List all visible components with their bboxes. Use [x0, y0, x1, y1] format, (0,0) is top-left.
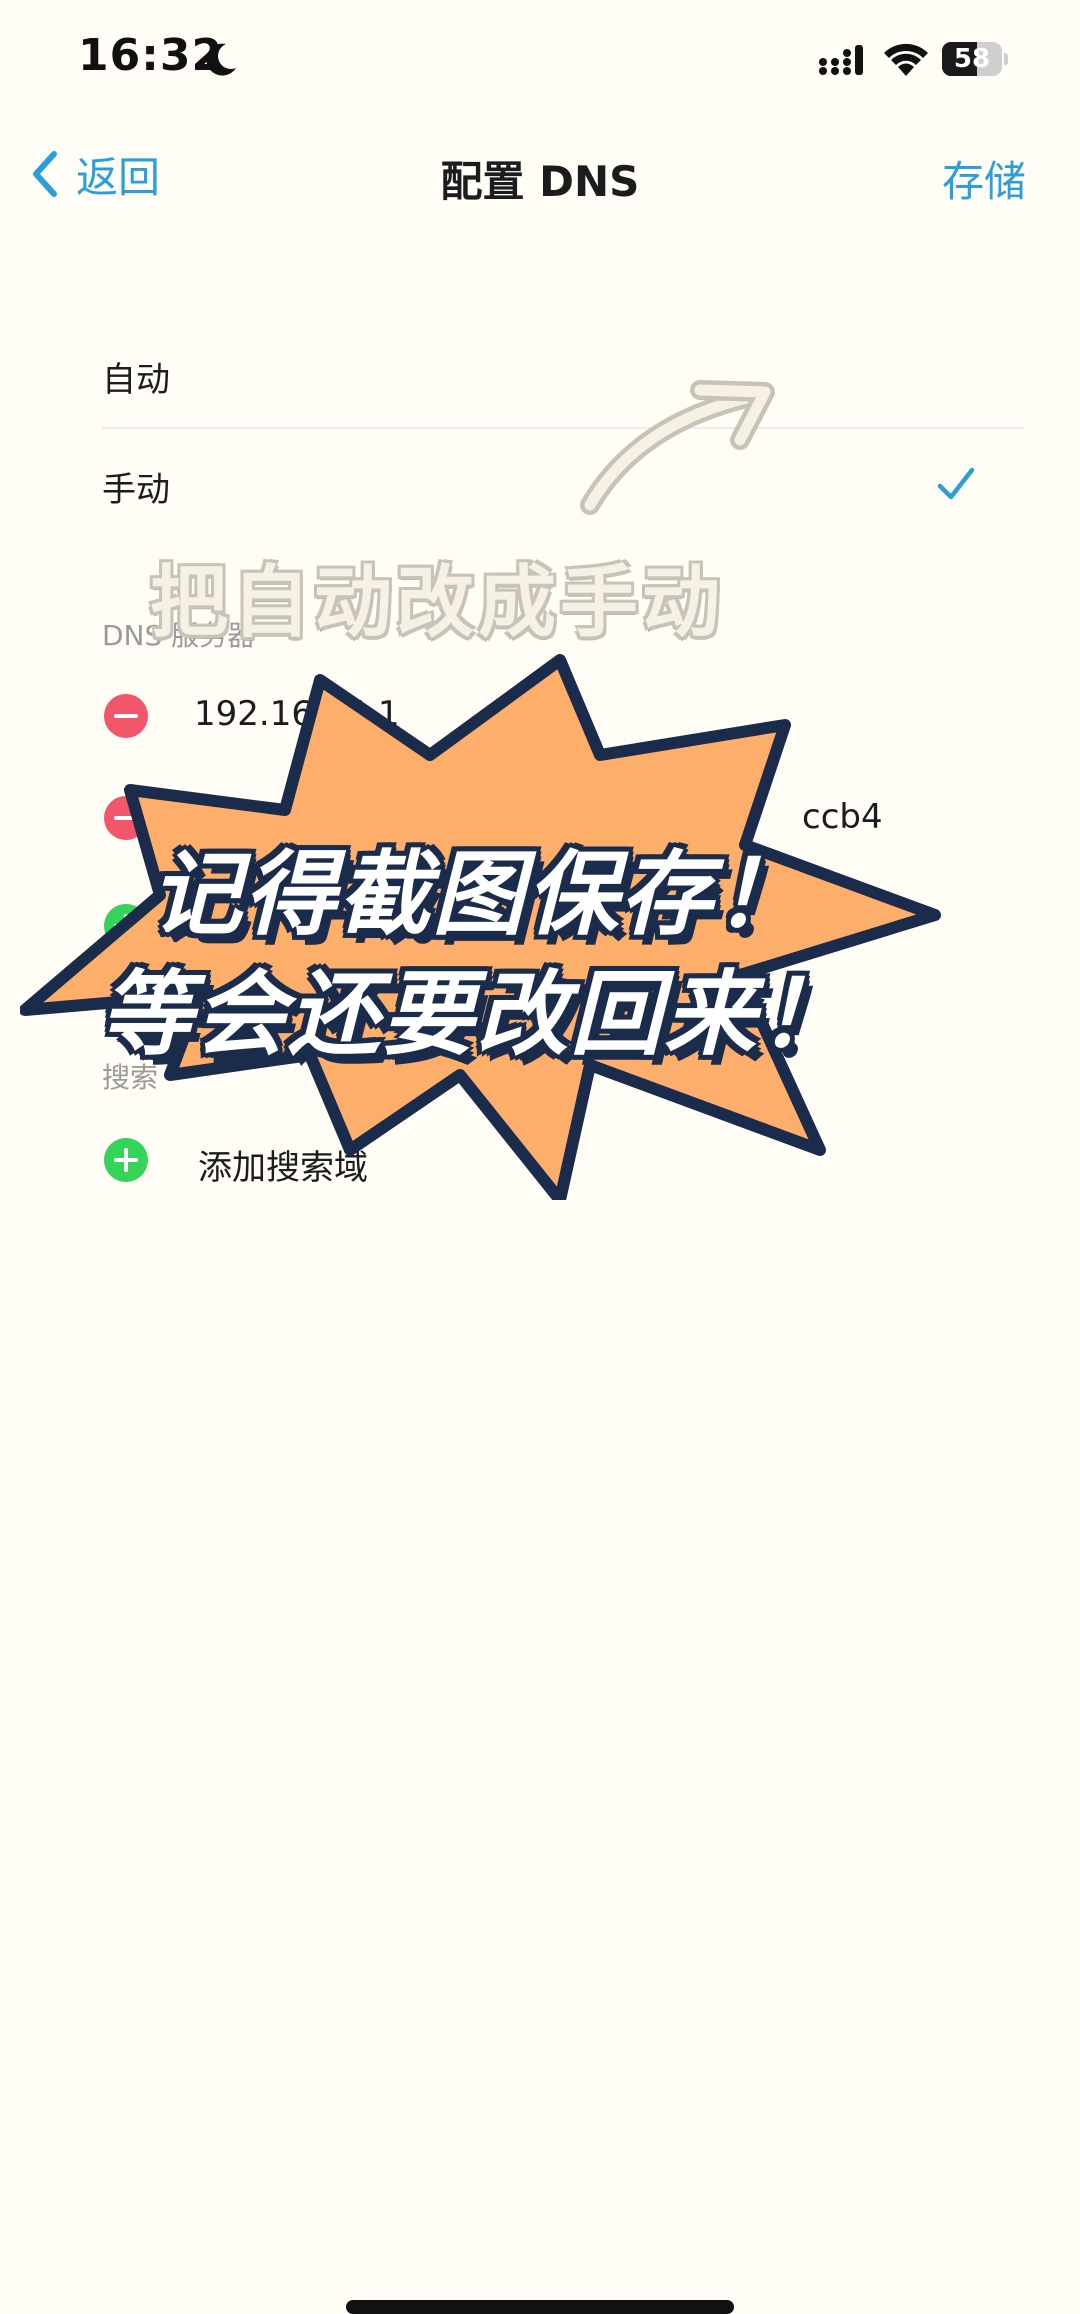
burst-line-2: 等会还要改回来！: [100, 961, 853, 1068]
curved-arrow-icon: [580, 380, 775, 515]
burst-line-1: 记得截图保存！: [150, 841, 809, 948]
battery-icon: 58: [942, 42, 1008, 76]
divider: [102, 427, 1024, 429]
battery-percent: 58: [953, 44, 991, 74]
save-button[interactable]: 存储: [942, 148, 1026, 209]
option-auto[interactable]: 自动: [102, 352, 170, 401]
page-title: 配置 DNS: [440, 157, 640, 206]
signal-icon: [819, 45, 863, 75]
checkmark-icon: [937, 467, 975, 500]
moon-icon: [206, 43, 236, 76]
handwritten-hint: 把自动改成手动: [150, 558, 725, 648]
option-manual[interactable]: 手动: [102, 462, 170, 511]
wifi-icon: [884, 43, 928, 76]
home-indicator: [346, 2300, 734, 2314]
